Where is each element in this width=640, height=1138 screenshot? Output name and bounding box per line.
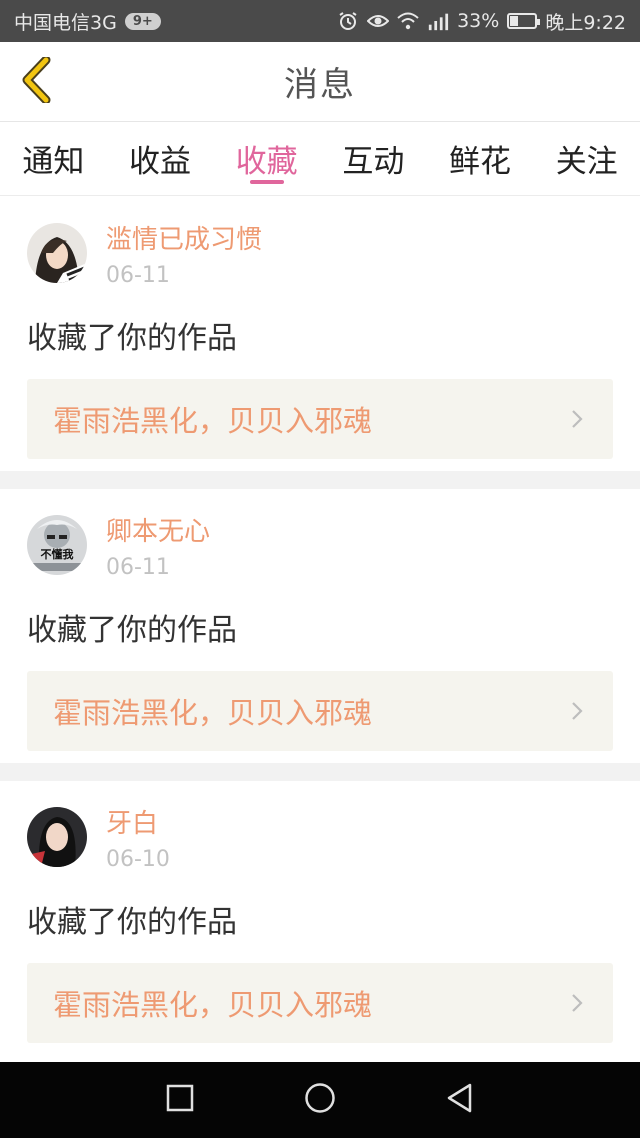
list-item: 牙白 06-10 收藏了你的作品 霍雨浩黑化，贝贝入邪魂: [0, 781, 640, 1055]
home-button[interactable]: [290, 1070, 350, 1130]
tab-earnings[interactable]: 收益: [107, 122, 214, 195]
nav-back-button[interactable]: [430, 1070, 490, 1130]
timestamp: 06-11: [106, 555, 170, 580]
timestamp: 06-10: [106, 847, 170, 872]
work-title: 霍雨浩黑化，贝贝入邪魂: [53, 696, 373, 730]
eye-icon: [367, 10, 390, 32]
avatar[interactable]: 不懂我: [27, 515, 87, 575]
battery-icon: [507, 13, 541, 29]
work-title: 霍雨浩黑化，贝贝入邪魂: [53, 988, 373, 1022]
avatar[interactable]: [27, 223, 87, 283]
tab-notifications[interactable]: 通知: [0, 122, 107, 195]
alarm-icon: [337, 10, 359, 32]
action-text: 收藏了你的作品: [27, 905, 237, 940]
username[interactable]: 牙白: [106, 807, 170, 841]
system-nav-bar: [0, 1062, 640, 1138]
chevron-right-icon: [567, 407, 587, 431]
list-item: 滥情已成习惯 06-11 收藏了你的作品 霍雨浩黑化，贝贝入邪魂: [0, 197, 640, 471]
username[interactable]: 滥情已成习惯: [106, 223, 262, 257]
avatar[interactable]: [27, 807, 87, 867]
back-button[interactable]: [14, 55, 58, 108]
back-icon: [445, 1082, 475, 1118]
signal-icon: [427, 10, 449, 32]
timestamp: 06-11: [106, 263, 170, 288]
chevron-right-icon: [567, 991, 587, 1015]
chevron-left-icon: [20, 55, 52, 107]
message-feed: 滥情已成习惯 06-11 收藏了你的作品 霍雨浩黑化，贝贝入邪魂 不懂我 卿本无…: [0, 197, 640, 1055]
work-link[interactable]: 霍雨浩黑化，贝贝入邪魂: [27, 379, 613, 459]
username[interactable]: 卿本无心: [106, 515, 210, 549]
divider: [0, 471, 640, 489]
action-text: 收藏了你的作品: [27, 613, 237, 648]
divider: [0, 763, 640, 781]
tab-favorites[interactable]: 收藏: [213, 122, 320, 195]
tab-interactions[interactable]: 互动: [320, 122, 427, 195]
work-title: 霍雨浩黑化，贝贝入邪魂: [53, 404, 373, 438]
page-title: 消息: [284, 65, 356, 105]
tab-flowers[interactable]: 鲜花: [427, 122, 534, 195]
chevron-right-icon: [567, 699, 587, 723]
avatar-caption: 不懂我: [41, 547, 74, 561]
notification-badge: 9+: [124, 12, 161, 30]
status-bar: 中国电信3G 9+ 33% 晚上9:22: [0, 0, 640, 42]
wifi-icon: [397, 10, 419, 32]
recent-apps-button[interactable]: [150, 1070, 210, 1130]
work-link[interactable]: 霍雨浩黑化，贝贝入邪魂: [27, 963, 613, 1043]
action-text: 收藏了你的作品: [27, 321, 237, 356]
recent-apps-icon: [166, 1084, 194, 1116]
work-link[interactable]: 霍雨浩黑化，贝贝入邪魂: [27, 671, 613, 751]
tab-following[interactable]: 关注: [533, 122, 640, 195]
battery-percent: 33%: [457, 10, 500, 32]
app-header: 消息: [0, 42, 640, 122]
tab-bar: 通知 收益 收藏 互动 鲜花 关注: [0, 122, 640, 196]
list-item: 不懂我 卿本无心 06-11 收藏了你的作品 霍雨浩黑化，贝贝入邪魂: [0, 489, 640, 763]
home-icon: [304, 1082, 336, 1118]
carrier-label: 中国电信3G: [14, 11, 117, 34]
clock: 晚上9:22: [545, 11, 626, 34]
